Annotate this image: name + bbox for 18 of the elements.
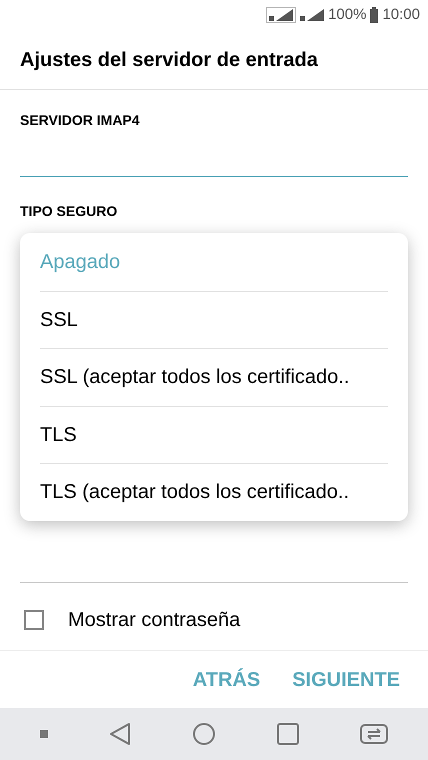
checkbox-label: Mostrar contraseña — [68, 608, 240, 633]
back-icon[interactable] — [109, 722, 132, 746]
screen-title: Ajustes del servidor de entrada — [20, 48, 318, 72]
menu-item[interactable]: SSL — [40, 290, 388, 348]
menu-item[interactable]: SSL (aceptar todos los certificado.. — [40, 348, 388, 406]
menu-item[interactable]: TLS (aceptar todos los certificado.. — [40, 463, 388, 520]
clock: 10:00 — [382, 4, 420, 25]
checkbox[interactable] — [24, 610, 44, 630]
home-icon[interactable] — [192, 722, 216, 746]
field-label: TIPO SEGURO — [20, 202, 118, 221]
battery-percentage: 100% — [328, 4, 366, 25]
swap-icon[interactable] — [360, 724, 388, 744]
battery-icon — [370, 7, 378, 23]
recents-icon[interactable] — [276, 723, 299, 745]
menu-item[interactable]: TLS — [40, 406, 388, 463]
signal-icon — [266, 7, 296, 23]
signal-icon — [300, 8, 324, 22]
field-label: SERVIDOR IMAP4 — [20, 111, 141, 130]
